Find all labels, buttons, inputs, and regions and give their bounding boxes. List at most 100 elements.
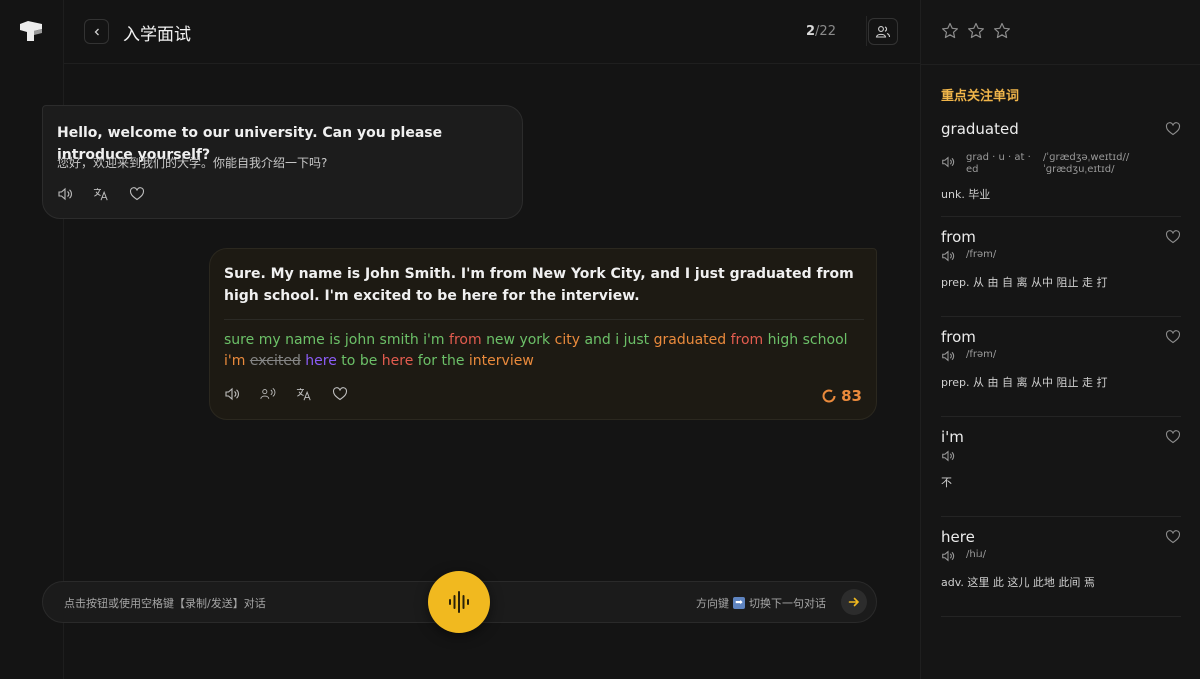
users-icon (875, 25, 891, 38)
speaker-icon[interactable] (941, 348, 955, 367)
recognized-word[interactable]: and (584, 332, 610, 348)
star-icon (993, 22, 1011, 44)
recognized-word[interactable]: i'm (423, 332, 444, 348)
speaker-icon[interactable] (941, 548, 955, 567)
vocab-card: from/frəm/prep. 从 由 自 离 从中 阻止 走 打 (941, 228, 1181, 317)
voice-replay-icon[interactable] (260, 386, 276, 402)
recognized-word[interactable]: from (449, 332, 482, 348)
panel-title: 重点关注单词 (941, 89, 1020, 104)
next-hint-prefix: 方向键 (696, 597, 729, 610)
recognized-word[interactable]: from (731, 332, 764, 348)
answer-divider (224, 319, 864, 320)
recognized-word[interactable]: graduated (654, 332, 727, 348)
vocab-definition: 不 (941, 476, 952, 489)
heart-icon[interactable] (1165, 329, 1181, 349)
back-button[interactable] (84, 19, 109, 44)
arrow-right-icon (848, 597, 860, 607)
score-ring-icon (822, 389, 836, 403)
answer-bubble: Sure. My name is John Smith. I'm from Ne… (209, 248, 877, 420)
recognized-word[interactable]: smith (380, 332, 419, 348)
vocabulary-panel: 重点关注单词 graduated grad · u · at · ed/ˈɡræd… (920, 0, 1200, 679)
recognized-word[interactable]: sure (224, 332, 254, 348)
heart-icon[interactable] (1165, 229, 1181, 249)
vocab-card: i'm 不 (941, 428, 1181, 517)
speaker-icon[interactable] (941, 154, 955, 173)
speaker-icon[interactable] (941, 248, 955, 267)
recognized-word[interactable]: high (768, 332, 799, 348)
recognized-word[interactable]: school (803, 332, 848, 348)
speaker-icon[interactable] (57, 186, 73, 202)
vocab-phonetic: /ˈɡrædʒəˌweɪtɪd//ˈɡrædʒuˌeɪtɪd/ (1043, 152, 1130, 175)
recognized-word[interactable]: my (259, 332, 281, 348)
answer-actions (224, 386, 348, 402)
vocab-word: graduated (941, 120, 1019, 138)
question-bubble: Hello, welcome to our university. Can yo… (42, 105, 523, 219)
arrow-key-icon: ➡ (733, 597, 745, 609)
question-translation: 您好，欢迎来到我们的大学。你能自我介绍一下吗? (57, 156, 328, 170)
pronunciation-score[interactable]: 83 (822, 387, 862, 405)
star-icon (967, 22, 985, 44)
recognized-word[interactable]: i'm (224, 353, 245, 369)
recognized-word[interactable]: john (345, 332, 375, 348)
speaker-icon[interactable] (941, 448, 955, 467)
translate-icon[interactable] (296, 386, 312, 402)
recognized-word[interactable]: excited (250, 353, 301, 369)
rating-stars (941, 22, 1011, 44)
recognized-word[interactable]: the (441, 353, 464, 369)
page-title: 入学面试 (123, 25, 191, 45)
recognized-word[interactable]: interview (469, 353, 534, 369)
app-logo-icon[interactable] (19, 20, 43, 42)
vocab-phonetic: /frəm/ (966, 249, 997, 260)
recognized-word[interactable]: is (329, 332, 340, 348)
waveform-icon (449, 591, 469, 613)
vocab-definition: adv. 这里 此 这儿 此地 此间 焉 (941, 576, 1095, 589)
record-hint: 点击按钮或使用空格键【录制/发送】对话 (64, 597, 266, 610)
vocab-word: here (941, 528, 975, 546)
recognized-word[interactable]: here (382, 353, 414, 369)
left-rail (0, 0, 64, 679)
vocab-card: graduated grad · u · at · ed/ˈɡrædʒəˌweɪt… (941, 120, 1181, 217)
answer-english: Sure. My name is John Smith. I'm from Ne… (224, 266, 854, 304)
recognized-word[interactable]: york (519, 332, 550, 348)
record-button[interactable] (428, 571, 490, 633)
vocab-syllables: grad · u · at · ed (966, 152, 1031, 175)
recognized-word[interactable]: name (285, 332, 325, 348)
vocab-card: from/frəm/prep. 从 由 自 离 从中 阻止 走 打 (941, 328, 1181, 417)
speaker-icon[interactable] (224, 386, 240, 402)
recognized-word[interactable]: here (305, 353, 337, 369)
vocab-definition: unk. 毕业 (941, 188, 991, 201)
vocab-word: i'm (941, 428, 964, 446)
vocab-card: here/hiɹ/adv. 这里 此 这儿 此地 此间 焉 (941, 528, 1181, 617)
star-icon (941, 22, 959, 44)
recognized-word[interactable]: i (615, 332, 619, 348)
heart-icon[interactable] (332, 386, 348, 402)
heart-icon[interactable] (1165, 121, 1181, 141)
recognized-word[interactable]: city (555, 332, 580, 348)
chevron-left-icon (94, 28, 99, 35)
role-switch-button[interactable] (868, 18, 898, 45)
heart-icon[interactable] (1165, 429, 1181, 449)
recognized-word[interactable]: to (341, 353, 355, 369)
header-divider (866, 16, 867, 46)
vocab-phonetic: /frəm/ (966, 349, 997, 360)
translate-icon[interactable] (93, 186, 109, 202)
header: 入学面试 2/22 (64, 0, 920, 64)
recognized-word[interactable]: be (360, 353, 378, 369)
dialog-progress: 2/22 (806, 24, 836, 39)
question-actions (57, 186, 145, 202)
heart-icon[interactable] (129, 186, 145, 202)
vocab-phonetic: /hiɹ/ (966, 549, 986, 560)
vocab-definition: prep. 从 由 自 离 从中 阻止 走 打 (941, 376, 1108, 389)
next-hint-suffix: 切换下一句对话 (749, 597, 826, 610)
next-hint: 方向键 ➡ 切换下一句对话 (696, 595, 826, 611)
recognized-word[interactable]: new (486, 332, 515, 348)
vocab-word: from (941, 228, 976, 246)
recognized-word[interactable]: just (624, 332, 650, 348)
vocab-word: from (941, 328, 976, 346)
recognized-word[interactable]: for (418, 353, 437, 369)
vocab-definition: prep. 从 由 自 离 从中 阻止 走 打 (941, 276, 1108, 289)
score-value: 83 (841, 387, 862, 405)
next-dialog-button[interactable] (841, 589, 867, 615)
recognized-speech: sure my name is john smith i'm from new … (224, 330, 864, 372)
heart-icon[interactable] (1165, 529, 1181, 549)
